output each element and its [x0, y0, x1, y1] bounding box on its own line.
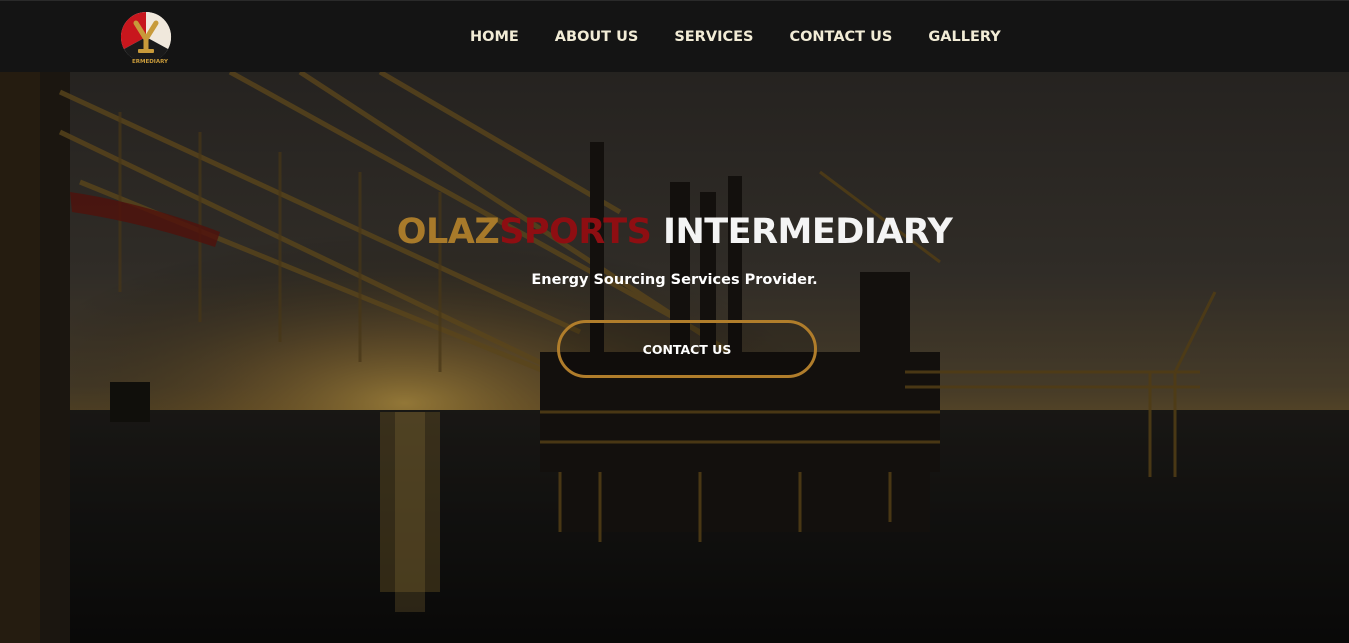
hero-title-intermediary: INTERMEDIARY [651, 212, 953, 252]
hero-content: OLAZSPORTS INTERMEDIARY Energy Sourcing … [0, 72, 1349, 643]
hero-title-sports: SPORTS [499, 212, 652, 252]
nav-contact-us[interactable]: CONTACT US [771, 29, 910, 45]
top-navbar: ERMEDIARY HOME ABOUT US SERVICES CONTACT… [0, 0, 1349, 72]
nav-services[interactable]: SERVICES [656, 29, 771, 45]
contact-us-button-label: CONTACT US [642, 341, 732, 357]
hero-title-olaz: OLAZ [396, 212, 500, 252]
nav-about-us[interactable]: ABOUT US [537, 29, 657, 45]
nav-home[interactable]: HOME [452, 29, 537, 45]
nav-gallery[interactable]: GALLERY [910, 29, 1018, 45]
brand-logo[interactable]: ERMEDIARY [116, 7, 180, 67]
svg-text:ERMEDIARY: ERMEDIARY [132, 59, 169, 65]
hero-title: OLAZSPORTS INTERMEDIARY [0, 212, 1349, 252]
hero-section: OLAZSPORTS INTERMEDIARY Energy Sourcing … [0, 72, 1349, 643]
hero-subtitle: Energy Sourcing Services Provider. [531, 272, 818, 288]
contact-us-button[interactable]: CONTACT US [557, 320, 817, 378]
main-nav: HOME ABOUT US SERVICES CONTACT US GALLER… [452, 1, 1019, 73]
